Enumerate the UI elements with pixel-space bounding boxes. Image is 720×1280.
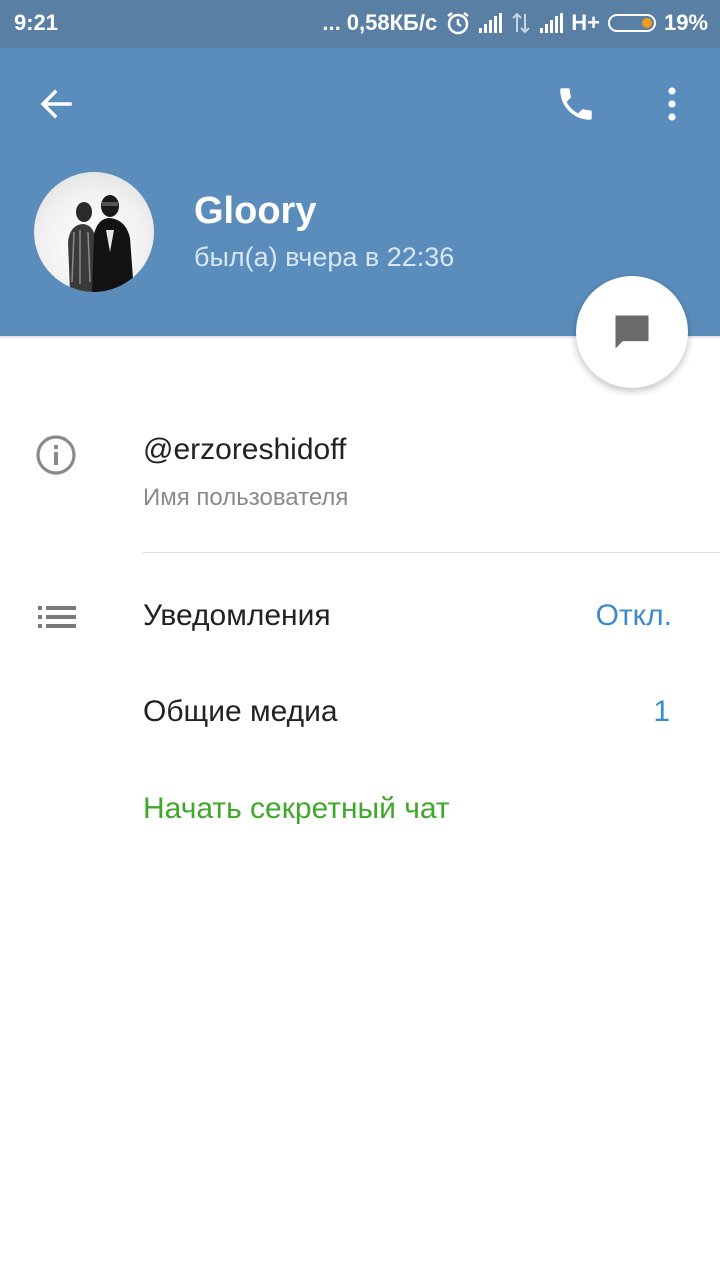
shared-media-count: 1 xyxy=(653,695,670,728)
arrow-left-icon xyxy=(40,89,72,119)
battery-icon xyxy=(607,14,656,32)
status-right: ... 0,58КБ/с H+ 19% xyxy=(322,10,708,36)
divider xyxy=(143,552,720,553)
more-vertical-icon xyxy=(668,87,676,121)
shared-media-row[interactable]: Общие медиа 1 xyxy=(0,671,720,757)
back-button[interactable] xyxy=(30,80,82,128)
username-label: Имя пользователя xyxy=(143,484,349,511)
chat-bubble-icon xyxy=(615,315,649,349)
more-menu-button[interactable] xyxy=(650,80,694,128)
shared-media-label: Общие медиа xyxy=(143,695,338,728)
last-seen-status: был(а) вчера в 22:36 xyxy=(194,242,455,272)
network-type: H+ xyxy=(571,10,600,35)
username-value[interactable]: @erzoreshidoff xyxy=(143,433,346,467)
status-time: 9:21 xyxy=(14,10,59,35)
network-speed: ... 0,58КБ/с xyxy=(322,10,438,35)
notifications-label: Уведомления xyxy=(143,599,331,632)
signal-icon xyxy=(479,13,503,33)
status-bar: 9:21 ... 0,58КБ/с H+ 19% xyxy=(0,0,720,48)
avatar[interactable] xyxy=(34,172,154,292)
contact-name: Gloory xyxy=(194,190,317,232)
message-fab-button[interactable] xyxy=(576,276,688,388)
notifications-row[interactable]: Уведомления Откл. xyxy=(0,575,720,661)
phone-icon xyxy=(560,88,592,120)
avatar-photo xyxy=(68,195,134,292)
info-icon xyxy=(36,435,76,475)
battery-level: 19% xyxy=(663,10,708,35)
data-transfer-icon xyxy=(512,12,530,34)
alarm-icon xyxy=(447,12,469,35)
notifications-value: Откл. xyxy=(595,599,672,632)
signal-icon-2 xyxy=(540,13,564,33)
call-button[interactable] xyxy=(550,78,602,130)
start-secret-chat-button[interactable]: Начать секретный чат xyxy=(143,792,450,826)
